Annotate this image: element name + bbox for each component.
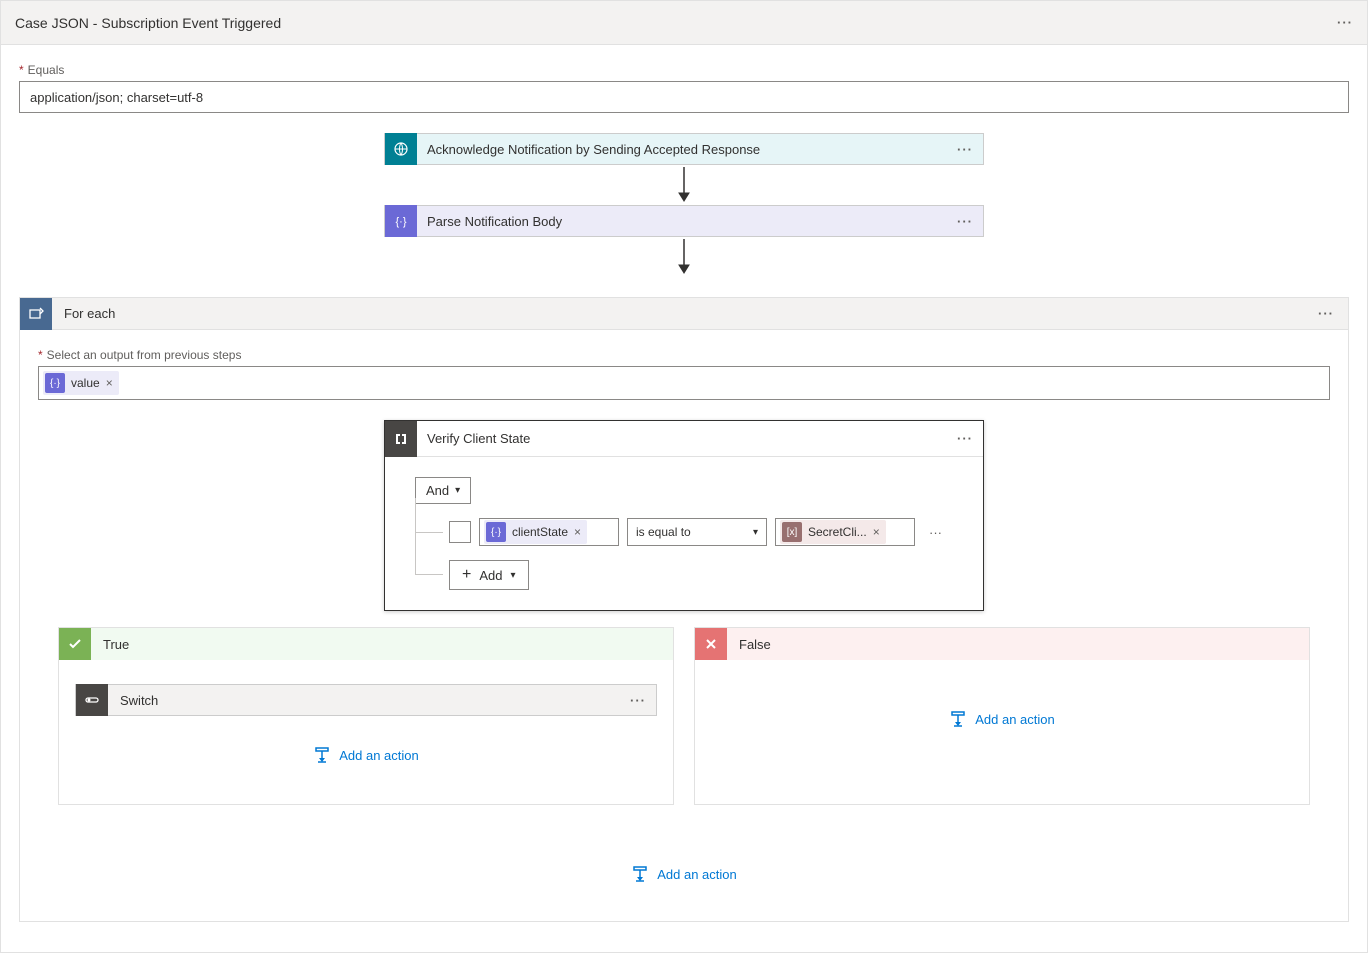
switch-left: Switch xyxy=(76,685,158,715)
true-label: True xyxy=(103,637,129,652)
token-var-icon: [x] xyxy=(782,522,802,542)
braces-icon: {·} xyxy=(385,205,417,237)
foreach-menu-icon[interactable]: ··· xyxy=(1318,306,1334,321)
foreach-title: For each xyxy=(52,306,115,321)
arrow-2 xyxy=(672,237,696,277)
ack-step[interactable]: Acknowledge Notification by Sending Acce… xyxy=(384,133,984,165)
false-branch: False Add an action xyxy=(694,627,1310,805)
clientstate-token[interactable]: {·} clientState × xyxy=(484,520,587,544)
plus-icon: + xyxy=(462,567,471,583)
clientstate-label: clientState xyxy=(512,525,568,539)
true-add-action[interactable]: Add an action xyxy=(75,746,657,764)
clientstate-remove[interactable]: × xyxy=(574,525,581,539)
verify-menu-icon[interactable]: ··· xyxy=(957,431,973,446)
false-header[interactable]: False xyxy=(695,628,1309,660)
workflow-editor: Case JSON - Subscription Event Triggered… xyxy=(0,0,1368,953)
parse-step-body: Parse Notification Body ··· xyxy=(417,206,983,236)
chevron-down-icon-2: ▾ xyxy=(753,527,758,538)
case-menu-icon[interactable]: ··· xyxy=(1337,15,1353,30)
check-icon xyxy=(59,628,91,660)
switch-label: Switch xyxy=(108,693,158,708)
ack-step-label: Acknowledge Notification by Sending Acce… xyxy=(427,142,760,157)
case-header[interactable]: Case JSON - Subscription Event Triggered… xyxy=(1,1,1367,45)
token-braces-icon-2: {·} xyxy=(486,522,506,542)
and-dropdown[interactable]: And ▾ xyxy=(415,477,471,504)
add-label: Add xyxy=(479,568,502,583)
verify-title: Verify Client State xyxy=(417,431,957,446)
parse-step-label: Parse Notification Body xyxy=(427,214,562,229)
tree-line xyxy=(415,498,416,574)
equals-input[interactable] xyxy=(19,81,1349,113)
token-braces-icon: {·} xyxy=(45,373,65,393)
select-output-label: Select an output from previous steps xyxy=(47,348,242,362)
foreach-header-left: For each xyxy=(20,298,115,329)
verify-header[interactable]: Verify Client State ··· xyxy=(385,421,983,457)
required-asterisk-2: * xyxy=(38,348,43,362)
verify-body: And ▾ {·} xyxy=(385,457,983,610)
foreach-header[interactable]: For each ··· xyxy=(20,298,1348,330)
secret-token-label: SecretCli... xyxy=(808,525,867,539)
secret-token[interactable]: [x] SecretCli... × xyxy=(780,520,886,544)
center-column: Acknowledge Notification by Sending Acce… xyxy=(19,133,1349,277)
secret-token-remove[interactable]: × xyxy=(873,525,880,539)
add-action-label-1: Add an action xyxy=(339,748,419,763)
ack-step-body: Acknowledge Notification by Sending Acce… xyxy=(417,134,983,164)
condition-icon xyxy=(385,421,417,457)
tree-line-h2 xyxy=(415,574,443,575)
svg-text:{·}: {·} xyxy=(395,216,406,228)
equals-label-row: * Equals xyxy=(19,63,1349,77)
required-asterisk: * xyxy=(19,63,24,77)
verify-card: Verify Client State ··· And ▾ xyxy=(384,420,984,611)
left-operand-input[interactable]: {·} clientState × xyxy=(479,518,619,546)
arrow-1 xyxy=(672,165,696,205)
branches-container: True Switch ··· xyxy=(38,627,1330,825)
x-icon xyxy=(695,628,727,660)
false-label: False xyxy=(739,637,771,652)
false-body: Add an action xyxy=(695,660,1309,768)
row-menu-icon[interactable]: ··· xyxy=(923,525,948,540)
select-output-input[interactable]: {·} value × xyxy=(38,366,1330,400)
tree-line-h1 xyxy=(415,532,443,533)
condition-checkbox[interactable] xyxy=(449,521,471,543)
value-token-label: value xyxy=(71,376,100,390)
parse-step[interactable]: {·} Parse Notification Body ··· xyxy=(384,205,984,237)
true-branch: True Switch ··· xyxy=(58,627,674,805)
add-action-label-2: Add an action xyxy=(975,712,1055,727)
true-body: Switch ··· Add an action xyxy=(59,660,673,804)
add-condition-button[interactable]: + Add ▾ xyxy=(449,560,529,590)
right-operand-input[interactable]: [x] SecretCli... × xyxy=(775,518,915,546)
false-add-action[interactable]: Add an action xyxy=(711,710,1293,728)
value-token-remove[interactable]: × xyxy=(106,376,113,390)
case-body: * Equals Acknowledge Notification by Sen… xyxy=(1,45,1367,952)
and-label: And xyxy=(426,483,449,498)
foreach-block: For each ··· * Select an output from pre… xyxy=(19,297,1349,922)
ack-menu-icon[interactable]: ··· xyxy=(957,142,973,157)
equals-label: Equals xyxy=(28,63,65,77)
add-action-label-3: Add an action xyxy=(657,867,737,882)
http-icon xyxy=(385,133,417,165)
chevron-down-icon: ▾ xyxy=(455,485,460,496)
true-header-body: True xyxy=(91,628,673,660)
foreach-add-action[interactable]: Add an action xyxy=(38,865,1330,883)
select-label-row: * Select an output from previous steps xyxy=(38,348,1330,362)
switch-icon xyxy=(76,684,108,716)
value-token[interactable]: {·} value × xyxy=(43,371,119,395)
switch-step[interactable]: Switch ··· xyxy=(75,684,657,716)
chevron-down-icon-3: ▾ xyxy=(510,570,515,581)
case-title: Case JSON - Subscription Event Triggered xyxy=(15,15,281,31)
operator-select[interactable]: is equal to ▾ xyxy=(627,518,767,546)
parse-menu-icon[interactable]: ··· xyxy=(957,214,973,229)
operator-label: is equal to xyxy=(636,525,691,539)
true-header[interactable]: True xyxy=(59,628,673,660)
loop-icon xyxy=(20,298,52,330)
foreach-body: * Select an output from previous steps {… xyxy=(20,330,1348,921)
false-header-body: False xyxy=(727,628,1309,660)
condition-row: {·} clientState × is equal to ▾ xyxy=(449,518,953,546)
switch-menu-icon[interactable]: ··· xyxy=(620,693,656,708)
